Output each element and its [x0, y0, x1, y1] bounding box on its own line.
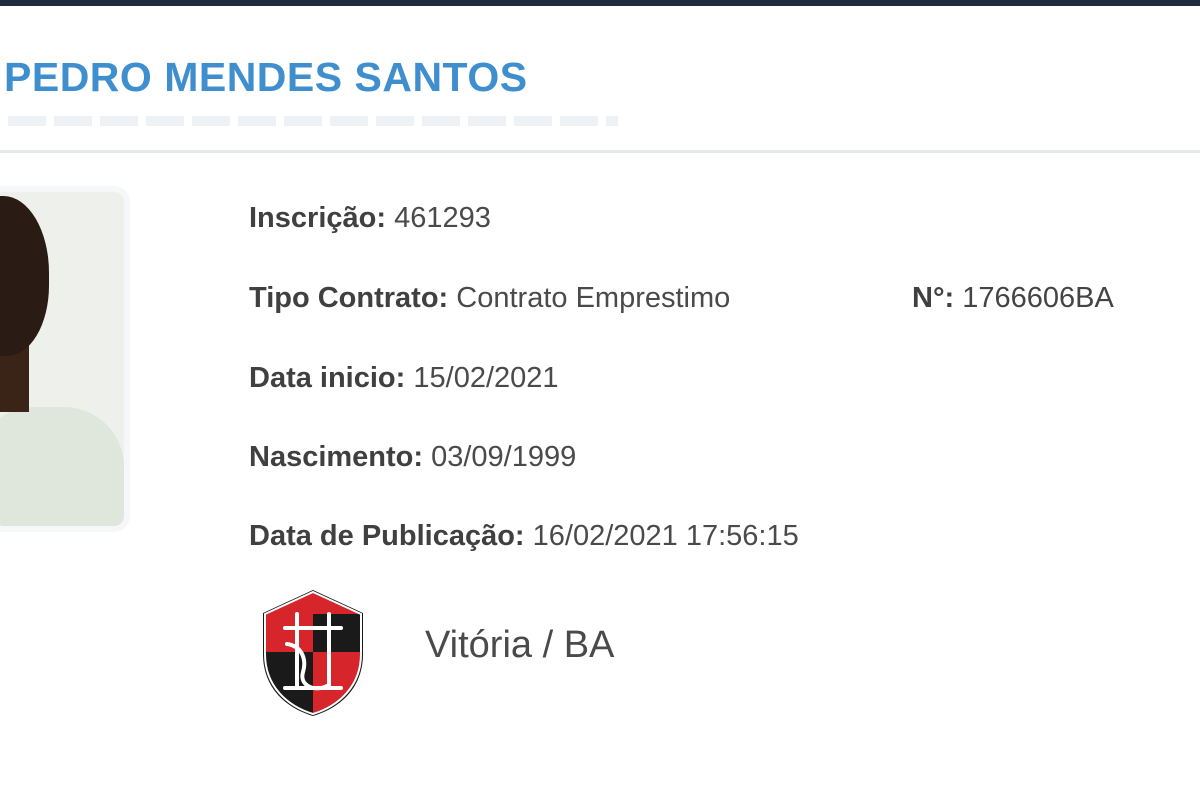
player-header: PEDRO MENDES SANTOS [0, 6, 1200, 150]
tipo-contrato-value: Contrato Emprestimo [456, 282, 731, 314]
inscricao-label: Inscrição: [249, 202, 386, 234]
data-publicacao-label: Data de Publicação: [249, 520, 525, 552]
nascimento-row: Nascimento: 03/09/1999 [249, 441, 576, 474]
tipo-contrato-row: Tipo Contrato: Contrato Emprestimo [249, 282, 730, 315]
nascimento-value: 03/09/1999 [431, 441, 577, 473]
tipo-contrato-label: Tipo Contrato: [249, 282, 449, 314]
header-divider [0, 150, 1200, 153]
contract-number-value: 1766606BA [962, 282, 1114, 314]
nascimento-label: Nascimento: [249, 441, 424, 473]
player-photo [0, 192, 124, 526]
club-name: Vitória / BA [425, 624, 615, 666]
inscricao-row: Inscrição: 461293 [249, 202, 491, 235]
data-inicio-row: Data inicio: 15/02/2021 [249, 362, 559, 395]
player-name: PEDRO MENDES SANTOS [4, 54, 528, 100]
data-inicio-value: 15/02/2021 [413, 362, 559, 394]
inscricao-value: 461293 [394, 202, 491, 234]
data-inicio-label: Data inicio: [249, 362, 406, 394]
club-info: Vitória / BA [257, 588, 677, 718]
data-publicacao-row: Data de Publicação: 16/02/2021 17:56:15 [249, 520, 799, 553]
contract-number-label: N°: [912, 282, 955, 314]
contract-number: N°: 1766606BA [912, 282, 1114, 315]
blurred-subtitle [8, 116, 618, 126]
club-crest-icon [263, 590, 363, 716]
data-publicacao-value: 16/02/2021 17:56:15 [532, 520, 799, 552]
